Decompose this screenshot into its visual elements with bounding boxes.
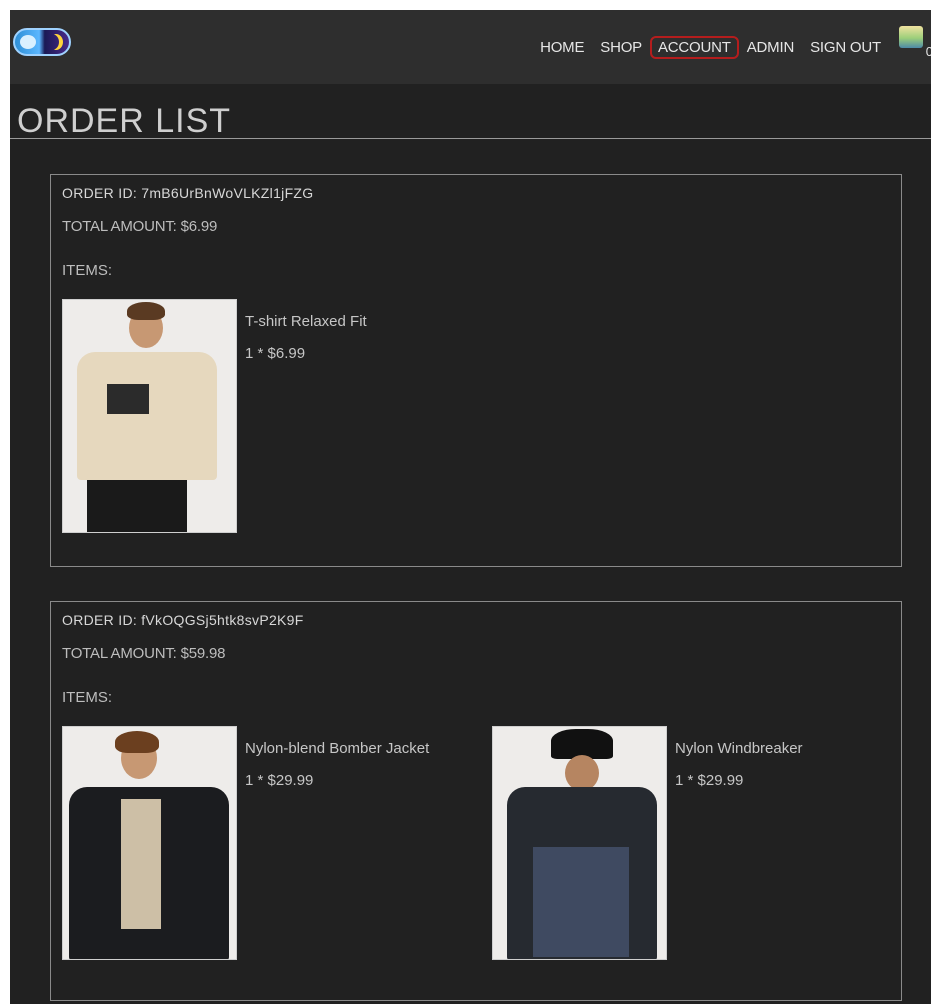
product-qty-price: 1 * $29.99 — [675, 772, 744, 789]
nav-shop-link[interactable]: SHOP — [592, 36, 650, 59]
nav-home-link[interactable]: HOME — [532, 36, 592, 59]
order-items-label: ITEMS: — [62, 262, 113, 279]
shopping-cart-icon — [899, 26, 923, 48]
cart-count: 0 — [925, 44, 931, 59]
order-id: ORDER ID: 7mB6UrBnWoVLKZl1jFZG — [62, 185, 314, 201]
product-name: T-shirt Relaxed Fit — [245, 313, 367, 330]
product-name: Nylon-blend Bomber Jacket — [245, 740, 430, 757]
tshirt-shape — [77, 352, 217, 480]
order-card: ORDER ID: 7mB6UrBnWoVLKZl1jFZG TOTAL AMO… — [50, 174, 902, 567]
model-hair — [115, 731, 159, 753]
tshirt-print — [107, 384, 149, 414]
model-pants — [87, 480, 187, 532]
order-items-label: ITEMS: — [62, 689, 113, 706]
nav-sign-out-link[interactable]: SIGN OUT — [802, 36, 889, 59]
cart-button[interactable]: 0 — [899, 26, 931, 59]
product-image-windbreaker[interactable] — [492, 726, 667, 960]
model-shirt — [121, 799, 161, 929]
product-qty-price: 1 * $29.99 — [245, 772, 314, 789]
product-qty-price: 1 * $6.99 — [245, 345, 306, 362]
nav-account-link[interactable]: ACCOUNT — [649, 36, 739, 59]
nav-admin-link[interactable]: ADMIN — [739, 36, 802, 59]
camo-panel — [533, 847, 629, 957]
page-title: ORDER LIST — [17, 102, 232, 140]
title-divider — [10, 138, 931, 139]
logo-icon[interactable] — [13, 28, 71, 56]
model-head — [565, 755, 599, 791]
order-card: ORDER ID: fVkOQGSj5htk8svP2K9F TOTAL AMO… — [50, 601, 902, 1001]
order-total: TOTAL AMOUNT: $59.98 — [62, 645, 226, 662]
product-image-bomber[interactable] — [62, 726, 237, 960]
order-id: ORDER ID: fVkOQGSj5htk8svP2K9F — [62, 612, 304, 628]
main-nav: HOME SHOP ACCOUNT ADMIN SIGN OUT — [532, 36, 889, 59]
product-name: Nylon Windbreaker — [675, 740, 803, 757]
model-hair — [127, 302, 165, 320]
order-total: TOTAL AMOUNT: $6.99 — [62, 218, 218, 235]
app-frame: HOME SHOP ACCOUNT ADMIN SIGN OUT 0 ORDER… — [10, 10, 931, 1004]
top-navigation-bar: HOME SHOP ACCOUNT ADMIN SIGN OUT 0 — [10, 10, 931, 84]
product-image-tshirt[interactable] — [62, 299, 237, 533]
